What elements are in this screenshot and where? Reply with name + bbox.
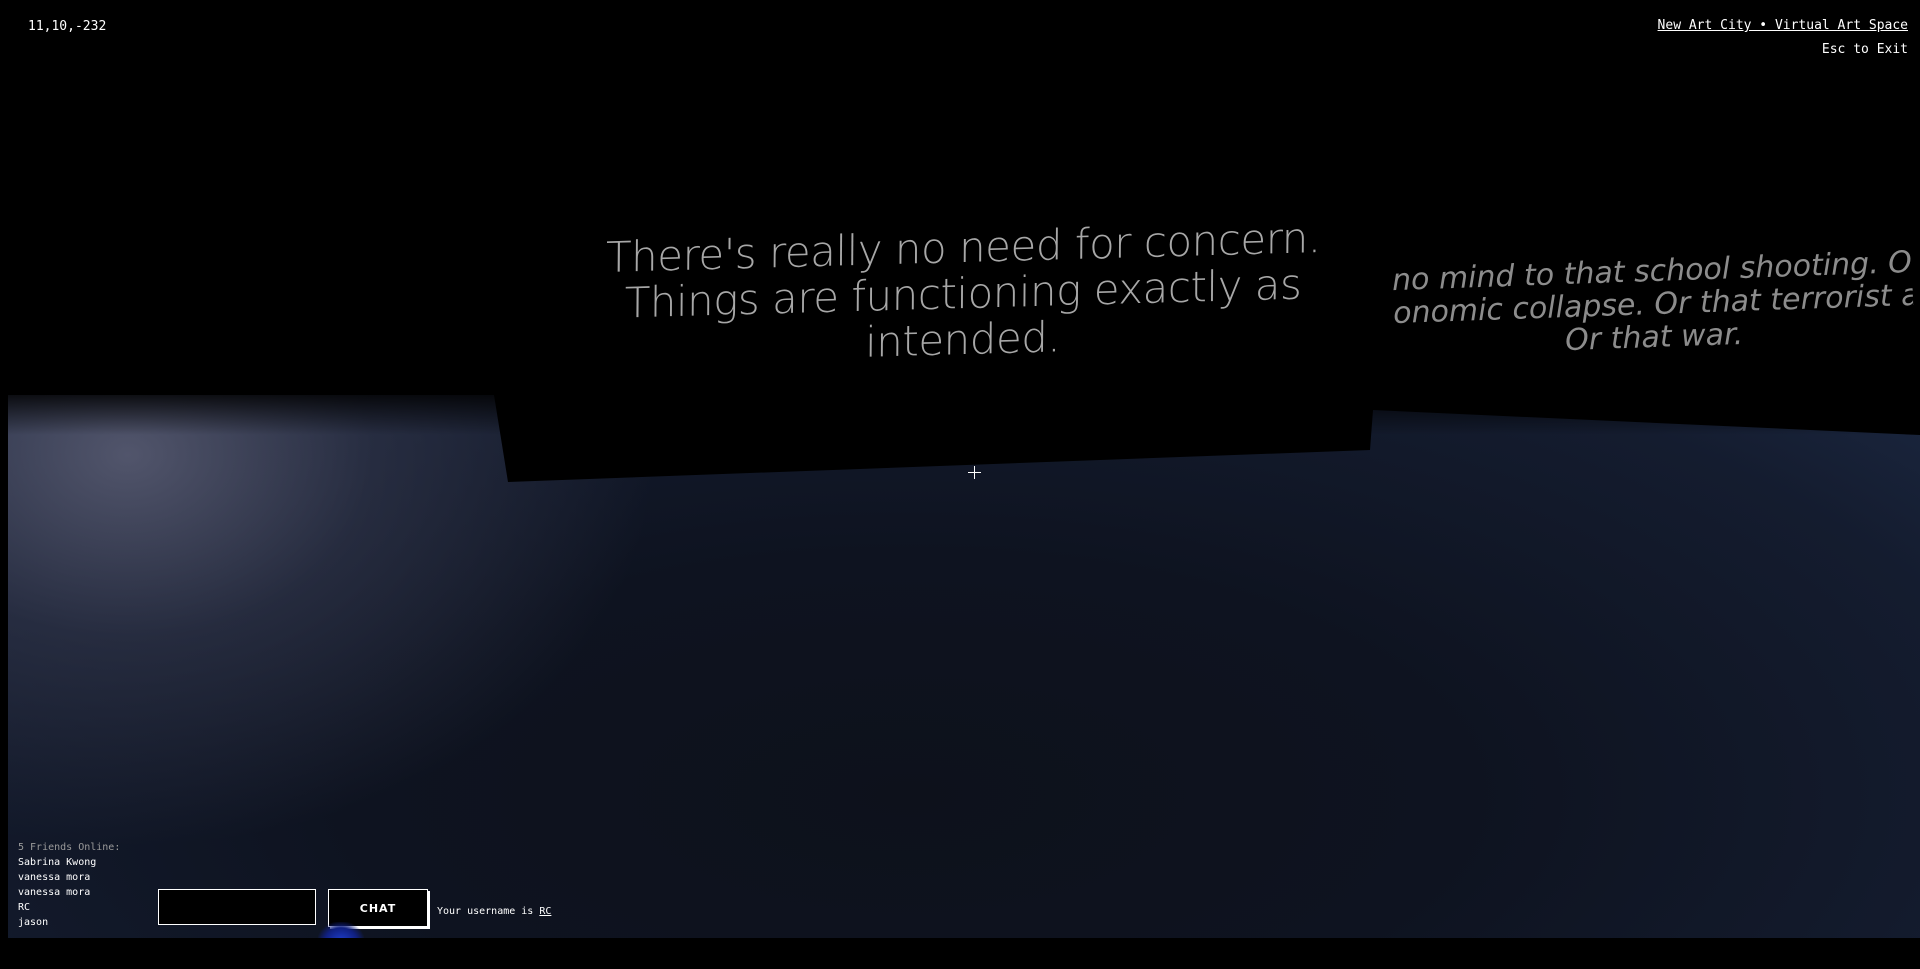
bottom-bar: [0, 938, 1920, 969]
scene-canvas[interactable]: There's really no need for concern. Thin…: [8, 0, 1920, 938]
artwork-main-text: There's really no need for concern. Thin…: [605, 212, 1321, 368]
chat-input[interactable]: [158, 889, 316, 925]
username-info: Your username is RC: [437, 906, 551, 917]
friend-item: RC: [18, 902, 31, 913]
username-prefix: Your username is: [437, 906, 534, 917]
gallery-floor: [8, 395, 1920, 938]
top-right-hud: New Art City • Virtual Art Space Esc to …: [1658, 18, 1908, 57]
friend-item: Sabrina Kwong: [18, 857, 97, 868]
new-art-city-link[interactable]: New Art City • Virtual Art Space: [1658, 18, 1908, 33]
artwork-side-text: no mind to that school shooting. O onomi…: [1391, 246, 1914, 363]
friend-item: vanessa mora: [18, 887, 91, 898]
friends-online-list: 5 Friends Online: Sabrina Kwong vanessa …: [18, 840, 120, 930]
friend-item: vanessa mora: [18, 872, 91, 883]
friends-online-header: 5 Friends Online:: [18, 842, 121, 853]
friend-item: jason: [18, 917, 49, 928]
coordinates-readout: 11,10,-232: [28, 19, 107, 34]
exit-hint: Esc to Exit: [1821, 42, 1908, 57]
username-link[interactable]: RC: [539, 906, 551, 917]
viewport: There's really no need for concern. Thin…: [0, 0, 1920, 969]
crosshair-icon: [968, 466, 982, 480]
